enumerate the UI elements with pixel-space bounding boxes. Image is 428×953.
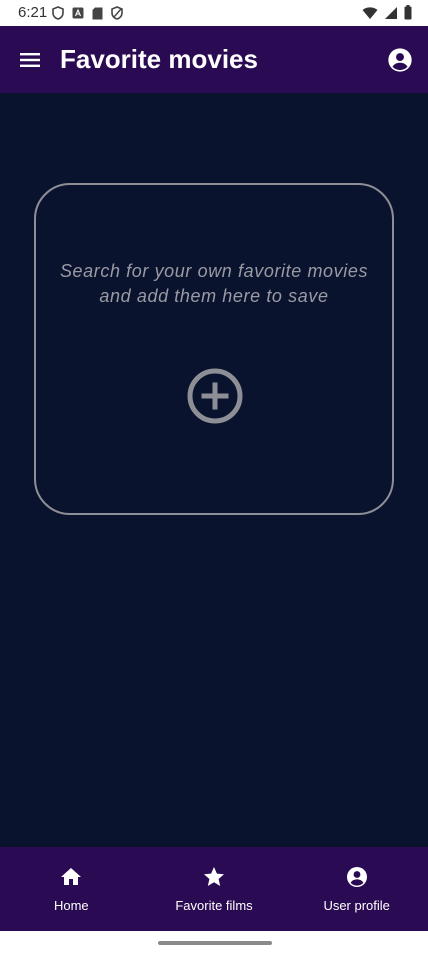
status-time: 6:21 [18,4,48,21]
empty-state-hint: Search for your own favorite movies and … [36,259,392,309]
menu-icon [20,53,40,67]
battery-icon [404,5,412,20]
add-circle-icon[interactable] [186,367,244,425]
profile-button[interactable] [386,46,414,74]
empty-state-line-1: Search for your own favorite movies [59,261,369,281]
app-bar: Favorite movies [0,26,428,93]
gesture-handle[interactable] [158,941,272,945]
nav-item-user-profile[interactable]: User profile [285,847,428,931]
account-circle-icon [346,867,367,887]
status-system-icons [362,5,412,20]
a-square-icon [72,7,84,19]
nav-label-user-profile: User profile [323,898,390,913]
signal-icon [385,6,397,19]
empty-state-line-2: and add them here to save [99,286,329,306]
menu-button[interactable] [14,46,46,74]
home-icon [61,868,82,885]
main-content: Search for your own favorite movies and … [0,93,428,847]
shield-icon [52,6,64,20]
gesture-navigation-area [0,931,428,953]
page-title: Favorite movies [60,44,258,74]
nav-item-home[interactable]: Home [0,847,143,931]
nav-item-favorite-films[interactable]: Favorite films [143,847,286,931]
account-circle-icon [388,48,412,72]
shield-icon [111,6,123,20]
add-favorite-card[interactable]: Search for your own favorite movies and … [34,183,394,515]
status-bar: 6:21 [0,0,428,26]
nav-label-home: Home [53,898,89,913]
nav-label-favorite-films: Favorite films [175,898,253,913]
star-icon [204,867,224,886]
status-notification-icons [52,6,123,20]
wifi-icon [362,6,378,19]
sd-card-icon [92,7,103,19]
bottom-navigation: Home Favorite films User profile [0,847,428,931]
